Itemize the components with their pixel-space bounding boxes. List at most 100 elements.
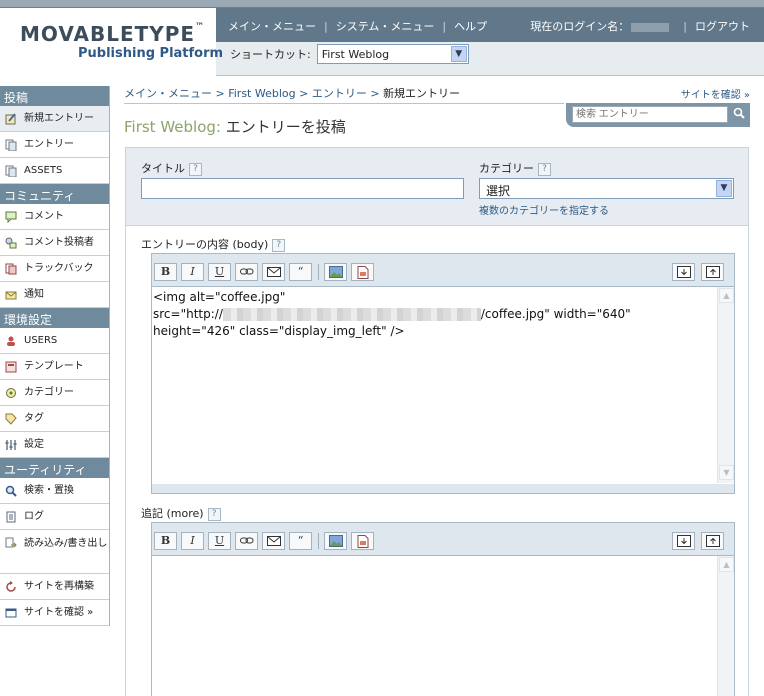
link-icon[interactable] — [235, 532, 258, 550]
help-icon[interactable]: ? — [538, 162, 551, 176]
body-line: src="http:// — [153, 307, 223, 321]
view-site-link[interactable]: サイトを確認 » — [681, 86, 750, 101]
sidebar-item-search-replace[interactable]: 検索・置換 — [0, 478, 109, 504]
logout-link[interactable]: ログアウト — [695, 20, 750, 33]
entry-form: タイトル? カテゴリー? 選択 ▼ 複数のカテゴリーを指定する エントリーの内容 … — [125, 147, 749, 696]
underline-button[interactable]: U — [208, 532, 231, 550]
chevron-down-icon[interactable]: ▼ — [716, 180, 732, 197]
blockquote-button[interactable]: “ — [289, 263, 312, 281]
toolbar-divider — [318, 264, 319, 280]
sidebar-item-rebuild[interactable]: サイトを再構築 — [0, 574, 109, 600]
help-link[interactable]: ヘルプ — [454, 18, 487, 34]
sidebar-item-comments[interactable]: コメント — [0, 204, 109, 230]
title-label: タイトル? — [141, 160, 202, 176]
shrink-editor-icon[interactable] — [672, 263, 695, 281]
sidebar-item-label: テンプレート — [24, 360, 84, 372]
sidebar-item-commenters[interactable]: コメント投稿者 — [0, 230, 109, 256]
underline-button[interactable]: U — [208, 263, 231, 281]
more-textarea[interactable]: ▲ — [152, 555, 734, 696]
title-label-text: タイトル — [141, 162, 185, 175]
sidebar-item-trackbacks[interactable]: トラックバック — [0, 256, 109, 282]
top-nav: メイン・メニュー | システム・メニュー | ヘルプ — [228, 18, 487, 34]
brand-name: MOVABLETYPE — [20, 22, 196, 46]
logo[interactable]: MOVABLETYPE™ Publishing Platform — [0, 8, 223, 76]
expand-editor-icon[interactable] — [701, 263, 724, 281]
link-icon[interactable] — [235, 263, 258, 281]
breadcrumb-entries[interactable]: エントリー — [312, 87, 367, 100]
sidebar-item-tags[interactable]: タグ — [0, 406, 109, 432]
sidebar-item-label: コメント投稿者 — [24, 236, 94, 248]
blockquote-button[interactable]: “ — [289, 532, 312, 550]
breadcrumb-blog[interactable]: First Weblog — [228, 87, 295, 100]
bold-button[interactable]: B — [154, 263, 177, 281]
category-select-value: 選択 — [486, 184, 511, 198]
insert-file-icon[interactable] — [351, 263, 374, 281]
expand-editor-icon[interactable] — [701, 532, 724, 550]
sidebar-item-new-entry[interactable]: 新規エントリー — [0, 106, 109, 132]
italic-button[interactable]: I — [181, 532, 204, 550]
title-field[interactable] — [141, 178, 464, 199]
shrink-editor-icon[interactable] — [672, 532, 695, 550]
redacted-url — [222, 308, 481, 321]
commenter-icon — [4, 236, 18, 250]
search-input[interactable] — [572, 106, 728, 123]
multi-category-link[interactable]: 複数のカテゴリーを指定する — [479, 202, 609, 217]
shortcut-select[interactable]: First Weblog ▼ — [316, 44, 469, 64]
chevron-down-icon[interactable]: ▼ — [450, 46, 467, 62]
more-scrollbar[interactable]: ▲ — [717, 556, 734, 696]
main-menu-link[interactable]: メイン・メニュー — [228, 18, 316, 34]
scroll-up-icon[interactable]: ▲ — [719, 557, 734, 572]
breadcrumb-main-menu[interactable]: メイン・メニュー — [124, 87, 212, 100]
sidebar-item-assets[interactable]: ASSETS — [0, 158, 109, 184]
insert-image-icon[interactable] — [324, 532, 347, 550]
sidebar-item-label: ログ — [24, 510, 44, 522]
more-label: 追記 (more)? — [141, 505, 221, 521]
sidebar-item-label: コメント — [24, 210, 64, 222]
email-link-icon[interactable] — [262, 263, 285, 281]
assets-icon — [4, 164, 18, 178]
body-textarea[interactable]: <img alt="coffee.jpg" src="http:// /coffe… — [152, 286, 734, 484]
bold-button[interactable]: B — [154, 532, 177, 550]
scroll-up-icon[interactable]: ▲ — [719, 288, 734, 303]
page-title-action: エントリーを投稿 — [225, 118, 346, 136]
scroll-down-icon[interactable]: ▼ — [719, 465, 734, 480]
sidebar-item-log[interactable]: ログ — [0, 504, 109, 530]
sidebar-item-label: カテゴリー — [24, 386, 74, 398]
view-site-icon — [4, 606, 18, 620]
system-menu-link[interactable]: システム・メニュー — [336, 18, 435, 34]
insert-file-icon[interactable] — [351, 532, 374, 550]
help-icon[interactable]: ? — [189, 162, 202, 176]
sidebar-item-view-site[interactable]: サイトを確認 » — [0, 600, 109, 626]
trackback-icon — [4, 262, 18, 276]
category-select[interactable]: 選択 ▼ — [479, 178, 734, 199]
help-icon[interactable]: ? — [207, 507, 221, 521]
body-editor: B I U “ <img alt="coffee.jpg" src="http:… — [151, 253, 735, 494]
email-link-icon[interactable] — [262, 532, 285, 550]
italic-button[interactable]: I — [181, 263, 204, 281]
sidebar-section-community: コミュニティ — [0, 184, 109, 204]
login-username — [631, 22, 670, 32]
breadcrumb-separator: > — [370, 87, 380, 100]
search-replace-icon — [4, 484, 18, 498]
new-entry-icon — [4, 112, 18, 126]
sidebar-item-categories[interactable]: カテゴリー — [0, 380, 109, 406]
sidebar-item-users[interactable]: USERS — [0, 328, 109, 354]
insert-image-icon[interactable] — [324, 263, 347, 281]
logo-subtitle: Publishing Platform — [78, 46, 224, 61]
help-icon[interactable]: ? — [272, 238, 286, 252]
body-toolbar: B I U “ — [152, 254, 734, 286]
breadcrumb: メイン・メニュー > First Weblog > エントリー > 新規エントリ… — [124, 85, 460, 101]
sidebar-item-notifications[interactable]: 通知 — [0, 282, 109, 308]
sidebar-item-settings[interactable]: 設定 — [0, 432, 109, 458]
settings-icon — [4, 438, 18, 452]
rebuild-icon — [4, 580, 18, 594]
search-icon[interactable] — [732, 107, 746, 121]
body-content: <img alt="coffee.jpg" src="http:// /coffe… — [153, 289, 708, 340]
body-line: /coffee.jpg" width="640" — [480, 307, 631, 321]
sidebar-item-entries[interactable]: エントリー — [0, 132, 109, 158]
template-icon — [4, 360, 18, 374]
sidebar-item-templates[interactable]: テンプレート — [0, 354, 109, 380]
sidebar-item-import-export[interactable]: 読み込み/書き出し — [0, 530, 109, 574]
body-scrollbar[interactable]: ▲ ▼ — [717, 287, 734, 483]
header: MOVABLETYPE™ Publishing Platform メイン・メニュ… — [0, 8, 764, 76]
